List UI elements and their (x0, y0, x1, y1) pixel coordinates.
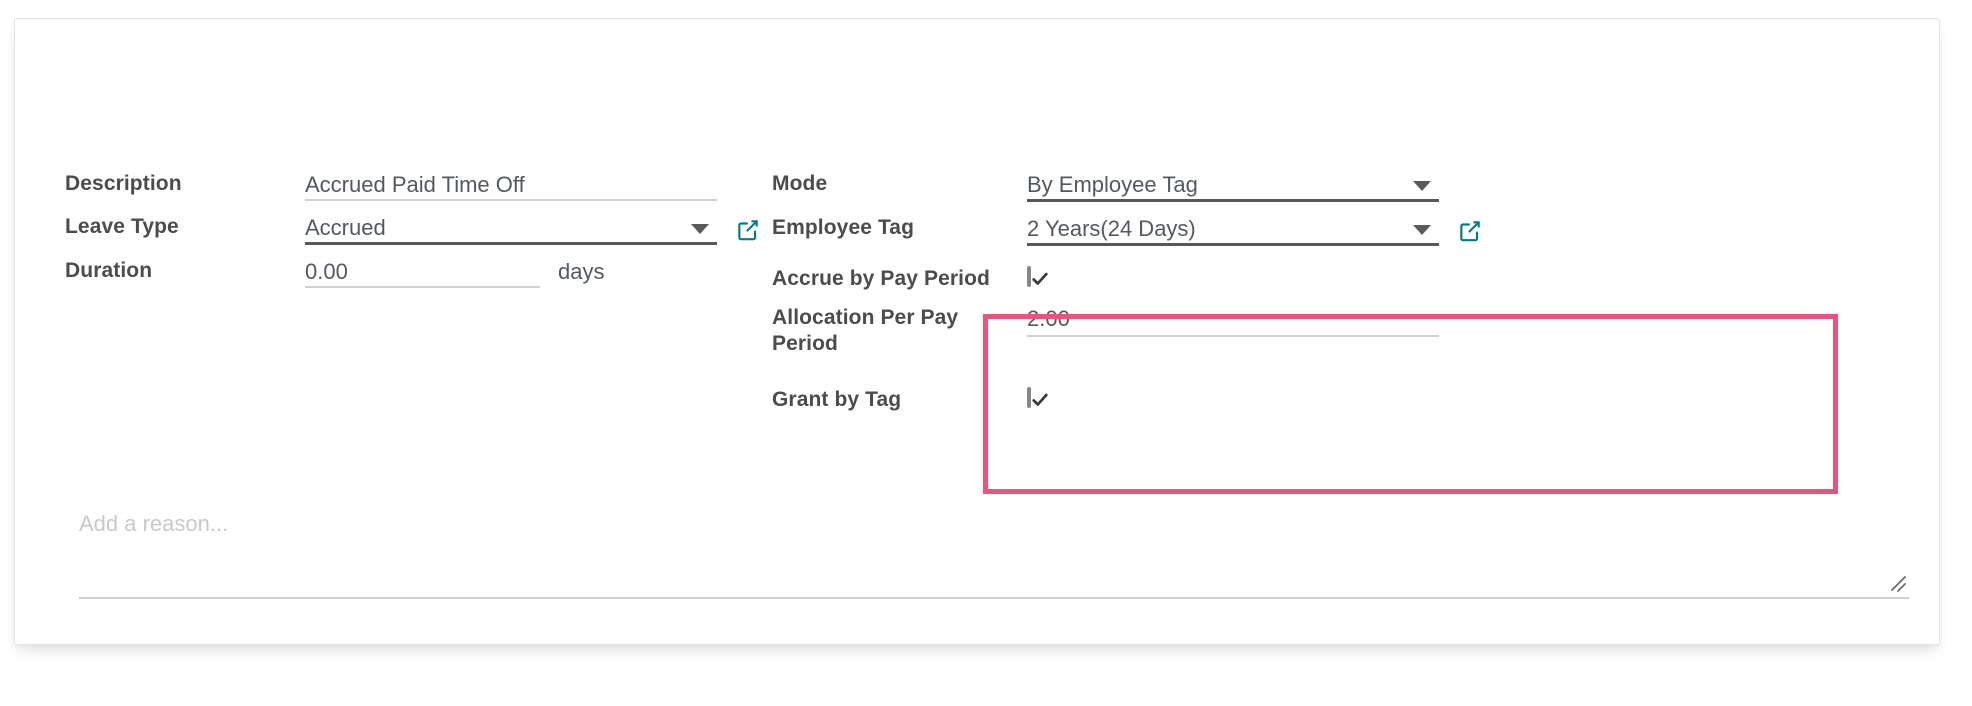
value-mode: By Employee Tag (1027, 172, 1198, 197)
field-employee-tag[interactable]: 2 Years(24 Days) (1027, 203, 1439, 246)
check-icon-grant-by-tag (1032, 393, 1048, 406)
form-body: Description Accrued Paid Time Off Leave … (15, 19, 1939, 644)
field-duration[interactable]: 0.00 (305, 246, 540, 288)
field-mode[interactable]: By Employee Tag (1027, 159, 1439, 202)
field-row-grant-by-tag: Grant by Tag (772, 375, 1862, 413)
value-description: Accrued Paid Time Off (305, 172, 525, 197)
field-row-description: Description Accrued Paid Time Off (65, 159, 775, 201)
label-mode: Mode (772, 172, 828, 195)
value-leave-type: Accrued (305, 215, 386, 240)
field-row-duration: Duration 0.00 days (65, 246, 775, 288)
add-reason-textarea[interactable] (79, 511, 1909, 599)
field-grant-by-tag[interactable] (1027, 375, 1439, 408)
value-employee-tag: 2 Years(24 Days) (1027, 216, 1196, 241)
field-accrue-by-pay-period[interactable] (1027, 254, 1439, 287)
external-link-icon-employee-tag[interactable] (1457, 218, 1483, 244)
value-allocation-per-pay-period: 2.00 (1027, 306, 1070, 331)
duration-unit-label: days (558, 259, 605, 284)
label-accrue-by-pay-period: Accrue by Pay Period (772, 267, 990, 290)
checkbox-grant-by-tag[interactable] (1027, 387, 1048, 408)
field-row-mode: Mode By Employee Tag (772, 159, 1862, 202)
field-leave-type[interactable]: Accrued (305, 202, 717, 245)
field-description[interactable]: Accrued Paid Time Off (305, 159, 717, 201)
label-leave-type: Leave Type (65, 215, 179, 238)
field-allocation-per-pay-period[interactable]: 2.00 (1027, 293, 1439, 337)
form-right-column: Mode By Employee Tag Employee Tag 2 Year… (772, 159, 1862, 413)
form-sheet: Description Accrued Paid Time Off Leave … (14, 18, 1940, 645)
field-row-accrue-by-pay-period: Accrue by Pay Period (772, 254, 1862, 292)
field-row-allocation-per-pay-period: Allocation Per Pay Period 2.00 (772, 293, 1862, 357)
value-duration: 0.00 (305, 259, 348, 284)
label-duration: Duration (65, 259, 153, 282)
chevron-down-icon-leave-type[interactable] (691, 224, 709, 234)
label-grant-by-tag: Grant by Tag (772, 388, 902, 411)
field-row-leave-type: Leave Type Accrued (65, 202, 775, 245)
label-description: Description (65, 172, 182, 195)
label-employee-tag: Employee Tag (772, 216, 915, 239)
field-row-employee-tag: Employee Tag 2 Years(24 Days) (772, 203, 1862, 246)
check-icon-accrue-by-pay-period (1032, 272, 1048, 285)
chevron-down-icon-employee-tag[interactable] (1413, 225, 1431, 235)
form-left-column: Description Accrued Paid Time Off Leave … (65, 159, 775, 288)
label-allocation-per-pay-period: Allocation Per Pay Period (772, 306, 959, 355)
checkbox-accrue-by-pay-period[interactable] (1027, 266, 1048, 287)
screen-root: Description Accrued Paid Time Off Leave … (0, 0, 1972, 706)
external-link-icon-leave-type[interactable] (735, 217, 761, 243)
chevron-down-icon-mode[interactable] (1413, 181, 1431, 191)
